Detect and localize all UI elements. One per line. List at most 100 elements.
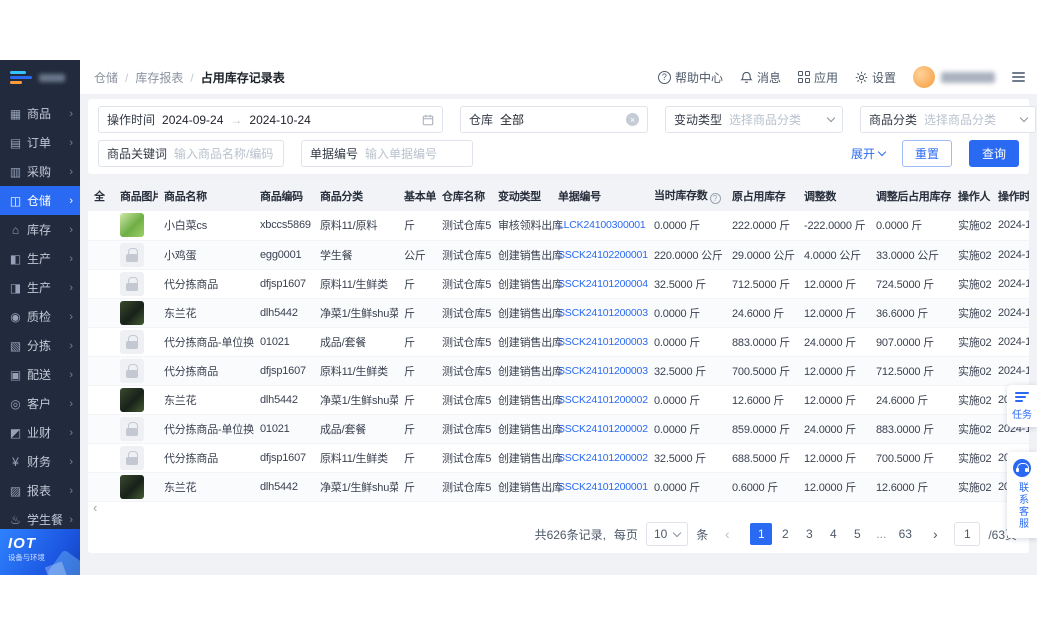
doc-no-input[interactable]: 单据编号 输入单据编号 — [301, 140, 473, 167]
customer-service-label: 联系客服 — [1016, 482, 1028, 530]
reset-button[interactable]: 重置 — [901, 140, 952, 167]
doc-no-link[interactable]: LLCK24100300001 — [558, 219, 646, 231]
doc-no-link[interactable]: SSCK24101200004 — [558, 278, 648, 290]
messages-button[interactable]: 消息 — [740, 69, 781, 86]
settings-button[interactable]: 设置 — [855, 69, 896, 86]
clear-icon[interactable] — [626, 113, 639, 126]
page-jump-input[interactable]: 1 — [954, 522, 981, 546]
sidebar-item-customers[interactable]: ◎ 客户 › — [0, 389, 80, 418]
row-select-cell[interactable] — [88, 240, 114, 270]
table-row[interactable]: 小鸡蛋 egg0001 学生餐 公斤 测试仓库5 创建销售出库 SSCK2410220000… — [88, 240, 1029, 270]
doc-no-link[interactable]: SSCK24101200003 — [558, 336, 648, 348]
table-scroll-area[interactable]: 全商品图片商品名称商品编码商品分类基本单位仓库名称变动类型单据编号当时库存数原占… — [88, 180, 1029, 502]
expand-toggle[interactable]: 展开 — [850, 145, 887, 162]
sidebar-item-delivery[interactable]: ▣ 配送 › — [0, 360, 80, 389]
collapse-icon[interactable] — [1012, 72, 1025, 82]
row-select-cell[interactable] — [88, 356, 114, 386]
page-button[interactable]: 5 — [846, 523, 868, 545]
sidebar-item-warehouse[interactable]: ◫ 仓储 › — [0, 186, 80, 215]
expand-label: 展开 — [850, 147, 875, 161]
page-button[interactable]: 3 — [798, 523, 820, 545]
cell-orig-occupied: 700.5000 斤 — [726, 356, 798, 386]
row-select-cell[interactable] — [88, 211, 114, 241]
calendar-icon — [422, 114, 434, 125]
apps-button[interactable]: 应用 — [797, 69, 838, 86]
sidebar-item-production[interactable]: ◧ 生产 › — [0, 244, 80, 273]
prev-page-button[interactable] — [716, 523, 738, 545]
page-button[interactable]: 1 — [750, 523, 773, 545]
column-header: 仓库名称 — [436, 180, 492, 211]
cell-code: dfjsp1607 — [254, 269, 314, 299]
category-select[interactable]: 商品分类 选择商品分类 — [860, 106, 1036, 133]
tasks-float-button[interactable]: 任务 — [1007, 385, 1037, 427]
change-type-select[interactable]: 变动类型 选择商品分类 — [665, 106, 843, 133]
cell-unit: 斤 — [398, 472, 436, 502]
page-button[interactable]: 4 — [822, 523, 844, 545]
table-row[interactable]: 小白菜cs xbccs5869 原料11/原料斤测试仓库5 审核领料出库 LLCK241… — [88, 211, 1029, 241]
row-select-cell[interactable] — [88, 443, 114, 473]
table-row[interactable]: 代分拣商品 dfjsp1607 原料11/生鲜类斤测试仓库5 创建销售出库 SSCK24… — [88, 269, 1029, 299]
info-icon[interactable] — [709, 193, 721, 204]
cell-operator: 实施02 — [952, 472, 992, 502]
cell-operator: 实施02 — [952, 443, 992, 473]
sidebar-item-purchase[interactable]: ▥ 采购 › — [0, 157, 80, 186]
doc-no-link[interactable]: SSCK24102200001 — [558, 249, 648, 261]
doc-no-link[interactable]: SSCK24101200002 — [558, 452, 648, 464]
sidebar-item-products[interactable]: ▦ 商品 › — [0, 99, 80, 128]
next-page-button[interactable] — [924, 523, 946, 545]
user-menu[interactable] — [913, 66, 995, 88]
cell-code: dfjsp1607 — [254, 356, 314, 386]
iot-panel[interactable]: IOT 设备与环境 — [0, 529, 80, 575]
doc-no-link[interactable]: SSCK24101200002 — [558, 423, 648, 435]
sidebar-item-biz-finance[interactable]: ◩ 业财 › — [0, 418, 80, 447]
row-select-cell[interactable] — [88, 385, 114, 415]
table-row[interactable]: 代分拣商品 dfjsp1607 原料11/生鲜类斤测试仓库5 创建销售出库 SSCK24… — [88, 356, 1029, 386]
breadcrumb-item[interactable]: 库存报表 — [135, 69, 200, 86]
search-button[interactable]: 查询 — [968, 140, 1019, 167]
iot-subtitle: 设备与环境 — [8, 553, 45, 562]
page-button[interactable]: 63 — [894, 523, 916, 545]
doc-no-link[interactable]: SSCK24101200001 — [558, 481, 648, 493]
h-scroll-left-icon[interactable] — [93, 500, 97, 515]
cell-unit: 斤 — [398, 211, 436, 241]
sidebar-item-orders[interactable]: ▤ 订单 › — [0, 128, 80, 157]
column-header: 全 — [88, 180, 114, 211]
sidebar-item-inventory[interactable]: ⌂ 库存 › — [0, 215, 80, 244]
page-size-select[interactable]: 10 — [645, 522, 689, 546]
date-to-value: 2024-10-24 — [249, 112, 311, 127]
sidebar-item-student-meal[interactable]: ♨ 学生餐 › — [0, 505, 80, 529]
table-row[interactable]: 代分拣商品-单位换算01021成品/套餐斤测试仓库5创建销售出库SSCK2410… — [88, 327, 1029, 357]
doc-no-link[interactable]: SSCK24101200003 — [558, 307, 648, 319]
product-image — [120, 213, 144, 238]
cell-name: 代分拣商品-单位换算 — [158, 327, 254, 357]
doc-no-link[interactable]: SSCK24101200003 — [558, 365, 648, 377]
product-image — [120, 387, 144, 412]
table-row[interactable]: 东兰花dlh5442净菜1/生鲜shu菜类..斤测试仓库5创建销售出库SSCK2… — [88, 385, 1029, 415]
cell-orig-occupied: 688.5000 斤 — [726, 443, 798, 473]
sidebar-item-sorting[interactable]: ▧ 分拣 › — [0, 331, 80, 360]
operation-time-range-input[interactable]: 操作时间 2024-09-24 2024-10-24 — [98, 106, 443, 133]
help-center-button[interactable]: 帮助中心 — [657, 69, 723, 86]
table-row[interactable]: 代分拣商品-单位换算01021成品/套餐斤测试仓库5创建销售出库SSCK2410… — [88, 414, 1029, 444]
sidebar-item-quality[interactable]: ◉ 质检 › — [0, 302, 80, 331]
cell-orig-occupied: 0.6000 斤 — [726, 472, 798, 502]
row-select-cell[interactable] — [88, 298, 114, 328]
page-button[interactable]: 2 — [774, 523, 796, 545]
sidebar-item-production-2[interactable]: ◨ 生产 › — [0, 273, 80, 302]
bell-icon — [740, 71, 753, 83]
warehouse-select[interactable]: 仓库 全部 — [460, 106, 648, 133]
table-row[interactable]: 东兰花dlh5442净菜1/生鲜shu菜类..斤测试仓库5创建销售出库SSCK2… — [88, 472, 1029, 502]
breadcrumb-item[interactable]: 仓储 — [94, 69, 135, 86]
doc-no-link[interactable]: SSCK24101200002 — [558, 394, 648, 406]
table-row[interactable]: 东兰花dlh5442净菜1/生鲜shu菜类..斤测试仓库5创建销售出库SSCK2… — [88, 298, 1029, 328]
row-select-cell[interactable] — [88, 472, 114, 502]
sidebar-item-label: 生产 — [27, 281, 52, 295]
row-select-cell[interactable] — [88, 269, 114, 299]
sidebar-item-reports[interactable]: ▨ 报表 › — [0, 476, 80, 505]
keyword-input[interactable]: 商品关键词 输入商品名称/编码 — [98, 140, 284, 167]
row-select-cell[interactable] — [88, 414, 114, 444]
customer-service-float-button[interactable]: 联系客服 — [1007, 452, 1037, 538]
table-row[interactable]: 代分拣商品 dfjsp1607 原料11/生鲜类斤测试仓库5 创建销售出库 SSCK24… — [88, 443, 1029, 473]
sidebar-item-finance[interactable]: ¥ 财务 › — [0, 447, 80, 476]
row-select-cell[interactable] — [88, 327, 114, 357]
